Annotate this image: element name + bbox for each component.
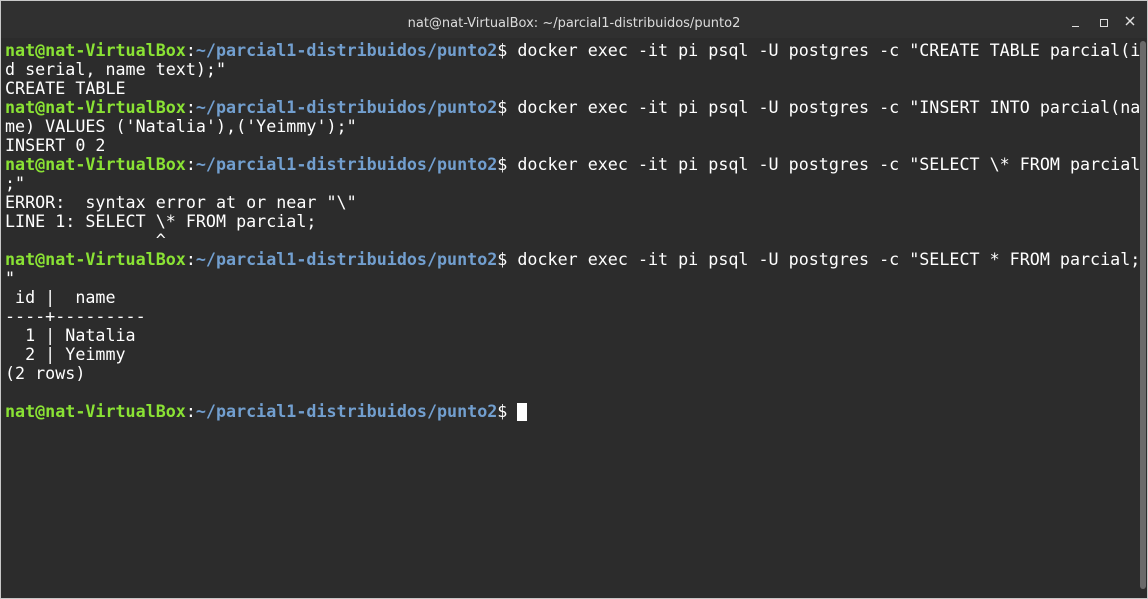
prompt-user-host: nat@nat-VirtualBox bbox=[5, 40, 186, 60]
output-line: d serial, name text);" bbox=[5, 60, 1131, 79]
output-text: me) VALUES ('Natalia'),('Yeimmy');" bbox=[5, 116, 357, 136]
output-line: 2 | Yeimmy bbox=[5, 345, 1131, 364]
prompt-user-host: nat@nat-VirtualBox bbox=[5, 401, 186, 421]
output-line: ----+--------- bbox=[5, 307, 1131, 326]
prompt-line: nat@nat-VirtualBox:~/parcial1-distribuid… bbox=[5, 97, 1140, 117]
prompt-colon: : bbox=[185, 40, 196, 60]
title-bar[interactable]: nat@nat-VirtualBox: ~/parcial1-distribui… bbox=[1, 1, 1147, 38]
output-text: 2 | Yeimmy bbox=[5, 344, 126, 364]
maximize-button[interactable] bbox=[1095, 12, 1115, 32]
command-text: docker exec -it pi psql -U postgres -c "… bbox=[507, 97, 1141, 117]
prompt-dollar: $ bbox=[497, 401, 508, 421]
window-title: nat@nat-VirtualBox: ~/parcial1-distribui… bbox=[407, 16, 741, 31]
output-text: id | name bbox=[5, 287, 116, 307]
output-text: ^ bbox=[5, 230, 166, 250]
prompt-colon: : bbox=[185, 249, 196, 269]
output-line: LINE 1: SELECT \* FROM parcial; bbox=[5, 212, 1131, 231]
prompt-path: ~/parcial1-distribuidos/punto2 bbox=[195, 97, 498, 117]
minimize-button[interactable] bbox=[1067, 12, 1087, 32]
prompt-dollar: $ bbox=[497, 40, 508, 60]
output-line: 1 | Natalia bbox=[5, 326, 1131, 345]
prompt-dollar: $ bbox=[497, 154, 508, 174]
output-text: 1 | Natalia bbox=[5, 325, 136, 345]
close-icon bbox=[1125, 16, 1135, 26]
output-text: LINE 1: SELECT \* FROM parcial; bbox=[5, 211, 317, 231]
prompt-colon: : bbox=[185, 154, 196, 174]
minimize-icon bbox=[1072, 26, 1079, 27]
output-line: id | name bbox=[5, 288, 1131, 307]
close-button[interactable] bbox=[1121, 12, 1141, 32]
output-line: CREATE TABLE bbox=[5, 79, 1131, 98]
output-text: ERROR: syntax error at or near "\" bbox=[5, 192, 357, 212]
prompt-line: nat@nat-VirtualBox:~/parcial1-distribuid… bbox=[5, 154, 1140, 174]
prompt-dollar: $ bbox=[497, 97, 508, 117]
output-text: " bbox=[5, 268, 16, 288]
output-text: CREATE TABLE bbox=[5, 78, 126, 98]
prompt-line: nat@nat-VirtualBox:~/parcial1-distribuid… bbox=[5, 249, 1140, 269]
scrollbar[interactable] bbox=[1140, 41, 1146, 589]
command-input bbox=[507, 401, 517, 421]
command-text: docker exec -it pi psql -U postgres -c "… bbox=[507, 249, 1141, 269]
prompt-path: ~/parcial1-distribuidos/punto2 bbox=[195, 40, 498, 60]
output-text: ;" bbox=[5, 173, 26, 193]
maximize-icon bbox=[1100, 19, 1108, 27]
output-line: me) VALUES ('Natalia'),('Yeimmy');" bbox=[5, 117, 1131, 136]
prompt-user-host: nat@nat-VirtualBox bbox=[5, 97, 186, 117]
terminal-output[interactable]: nat@nat-VirtualBox:~/parcial1-distribuid… bbox=[5, 40, 1140, 592]
output-line: " bbox=[5, 269, 1131, 288]
output-line: (2 rows) bbox=[5, 364, 1131, 383]
output-line: ;" bbox=[5, 174, 1131, 193]
prompt-user-host: nat@nat-VirtualBox bbox=[5, 154, 186, 174]
output-text: d serial, name text);" bbox=[5, 59, 227, 79]
output-line: ^ bbox=[5, 231, 1131, 250]
prompt-user-host: nat@nat-VirtualBox bbox=[5, 249, 186, 269]
prompt-path: ~/parcial1-distribuidos/punto2 bbox=[195, 249, 498, 269]
output-line: INSERT 0 2 bbox=[5, 136, 1131, 155]
prompt-colon: : bbox=[185, 401, 196, 421]
prompt-line: nat@nat-VirtualBox:~/parcial1-distribuid… bbox=[5, 40, 1140, 60]
terminal-window: nat@nat-VirtualBox: ~/parcial1-distribui… bbox=[0, 0, 1148, 599]
output-text: INSERT 0 2 bbox=[5, 135, 106, 155]
prompt-path: ~/parcial1-distribuidos/punto2 bbox=[195, 401, 498, 421]
text-cursor bbox=[517, 403, 528, 421]
output-text: ----+--------- bbox=[5, 306, 146, 326]
output-line: ERROR: syntax error at or near "\" bbox=[5, 193, 1131, 212]
prompt-dollar: $ bbox=[497, 249, 508, 269]
prompt-line: nat@nat-VirtualBox:~/parcial1-distribuid… bbox=[5, 402, 1131, 421]
command-text: docker exec -it pi psql -U postgres -c "… bbox=[507, 154, 1141, 174]
prompt-colon: : bbox=[185, 97, 196, 117]
output-text: (2 rows) bbox=[5, 363, 86, 383]
prompt-path: ~/parcial1-distribuidos/punto2 bbox=[195, 154, 498, 174]
command-text: docker exec -it pi psql -U postgres -c "… bbox=[507, 40, 1141, 60]
